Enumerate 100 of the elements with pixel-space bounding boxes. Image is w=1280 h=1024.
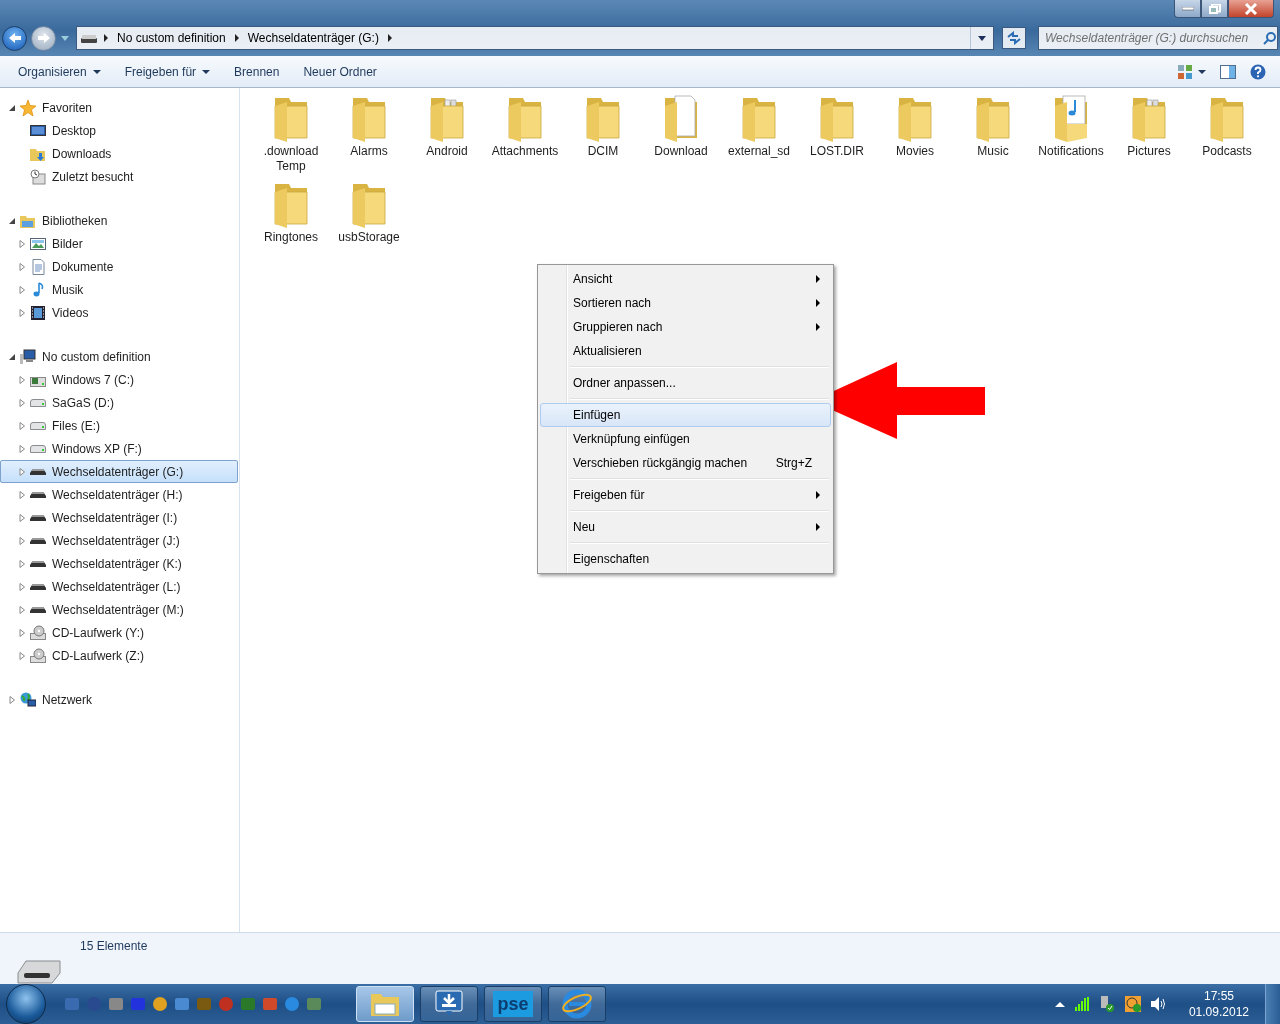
folder-item[interactable]: Android	[408, 92, 486, 174]
sidebar-item[interactable]: Zuletzt besucht	[0, 165, 238, 188]
forward-button[interactable]	[31, 25, 56, 51]
folder-item[interactable]: external_sd	[720, 92, 798, 174]
expand-arrow-icon	[19, 444, 26, 453]
show-hidden-icons-icon	[1054, 1001, 1065, 1007]
folder-item[interactable]: DCIM	[564, 92, 642, 174]
sidebar-item[interactable]: CD-Laufwerk (Y:)	[0, 621, 238, 644]
drive-icon	[81, 32, 97, 44]
hard-drive-icon	[30, 444, 46, 453]
sidebar-item[interactable]: Wechseldatenträger (L:)	[0, 575, 238, 598]
sidebar-item[interactable]: Wechseldatenträger (G:)	[0, 460, 238, 483]
sidebar-item[interactable]: Wechseldatenträger (M:)	[0, 598, 238, 621]
app-icon[interactable]	[306, 996, 322, 1012]
taskbar-button[interactable]: pse	[484, 986, 542, 1022]
folder-item[interactable]: usbStorage	[330, 178, 408, 245]
folder-item[interactable]: Download	[642, 92, 720, 174]
app-icon[interactable]	[174, 996, 190, 1012]
app-icon[interactable]	[284, 996, 300, 1012]
network-icon	[20, 691, 36, 708]
browser-icon	[561, 988, 593, 1020]
sidebar-item[interactable]: Bibliotheken	[0, 209, 238, 232]
folder-item[interactable]: Movies	[876, 92, 954, 174]
menu-item[interactable]: Ansicht	[540, 267, 831, 291]
folder-item[interactable]: Pictures	[1110, 92, 1188, 174]
taskbar-button[interactable]	[548, 986, 606, 1022]
chevron-icon	[386, 34, 393, 42]
toolbar-button[interactable]: Brennen	[222, 59, 292, 84]
menu-item[interactable]: Freigeben für	[540, 483, 831, 507]
sidebar-item[interactable]: Videos	[0, 301, 238, 324]
menu-item[interactable]: Aktualisieren	[540, 339, 831, 363]
expand-arrow-icon	[19, 490, 26, 499]
clock[interactable]: 17:55 01.09.2012	[1188, 988, 1249, 1020]
sidebar-item[interactable]: CD-Laufwerk (Z:)	[0, 644, 238, 667]
menu-item[interactable]: Sortieren nach	[540, 291, 831, 315]
removable-drive-icon	[30, 468, 46, 475]
folder-item[interactable]: .download Temp	[252, 92, 330, 174]
minimize-button[interactable]	[1174, 0, 1201, 18]
expand-arrow-icon	[19, 605, 26, 614]
close-button[interactable]	[1228, 0, 1274, 18]
history-dropdown-button[interactable]	[60, 35, 70, 41]
sidebar-item[interactable]: Wechseldatenträger (J:)	[0, 529, 238, 552]
sidebar-item[interactable]: SaGaS (D:)	[0, 391, 238, 414]
sidebar-item[interactable]: Wechseldatenträger (I:)	[0, 506, 238, 529]
sidebar-item[interactable]: Downloads	[0, 142, 238, 165]
sidebar-item[interactable]: Windows 7 (C:)	[0, 368, 238, 391]
caret-icon	[1198, 69, 1206, 74]
menu-item[interactable]: Neu	[540, 515, 831, 539]
cd-drive-icon	[30, 647, 46, 664]
sidebar-item[interactable]: Files (E:)	[0, 414, 238, 437]
folder-item[interactable]: Notifications	[1032, 92, 1110, 174]
folder-item[interactable]: Alarms	[330, 92, 408, 174]
preview-pane-icon	[1220, 64, 1236, 79]
app-icon[interactable]	[64, 996, 80, 1012]
sidebar-item[interactable]: Favoriten	[0, 96, 238, 119]
folder-item[interactable]: Podcasts	[1188, 92, 1266, 174]
toolbar-button[interactable]: Neuer Ordner	[291, 59, 389, 84]
folder-item[interactable]: LOST.DIR	[798, 92, 876, 174]
app-icon[interactable]	[262, 996, 278, 1012]
folder-item[interactable]: Ringtones	[252, 178, 330, 245]
maximize-button[interactable]	[1201, 0, 1228, 18]
menu-item[interactable]: Einfügen	[540, 403, 831, 427]
app-icon[interactable]	[240, 996, 256, 1012]
breadcrumb-segment[interactable]: No custom definition	[115, 31, 228, 45]
forward-arrow-icon	[36, 32, 51, 44]
folder-item[interactable]: Attachments	[486, 92, 564, 174]
taskbar-button[interactable]	[420, 986, 478, 1022]
menu-item[interactable]: Verschieben rückgängig machen Strg+Z	[540, 451, 831, 475]
menu-item[interactable]: Eigenschaften	[540, 547, 831, 571]
removable-drive-icon	[30, 606, 46, 613]
sidebar-item[interactable]: Desktop	[0, 119, 238, 142]
help-icon	[1250, 63, 1266, 80]
toolbar-button[interactable]: Organisieren	[6, 59, 113, 84]
sidebar-item[interactable]: Bilder	[0, 232, 238, 255]
expand-arrow-icon	[19, 513, 26, 522]
start-button[interactable]	[6, 984, 46, 1024]
app-icon[interactable]	[152, 996, 168, 1012]
sidebar-item[interactable]: Musik	[0, 278, 238, 301]
refresh-button[interactable]	[1002, 27, 1026, 49]
address-bar[interactable]: No custom definition Wechseldatenträger (G:)	[76, 26, 994, 50]
breadcrumb-segment[interactable]: Wechseldatenträger (G:)	[245, 31, 381, 45]
toolbar-button[interactable]: Freigeben für	[112, 59, 223, 84]
minimize-icon	[1181, 6, 1194, 11]
folder-item[interactable]: Music	[954, 92, 1032, 174]
removable-drive-icon	[30, 583, 46, 590]
sidebar-item[interactable]: No custom definition	[0, 345, 238, 368]
sidebar-item[interactable]: Dokumente	[0, 255, 238, 278]
removable-drive-icon	[30, 514, 46, 521]
search-field[interactable]: Wechseldatenträger (G:) durchsuchen	[1038, 26, 1278, 50]
sidebar-item[interactable]: Wechseldatenträger (H:)	[0, 483, 238, 506]
menu-item[interactable]: Ordner anpassen...	[540, 371, 831, 395]
show-desktop-button[interactable]	[1265, 984, 1280, 1024]
expand-arrow-icon	[19, 285, 26, 294]
sidebar-item[interactable]: Wechseldatenträger (K:)	[0, 552, 238, 575]
sidebar-item[interactable]: Netzwerk	[0, 688, 238, 711]
sidebar-item[interactable]: Windows XP (F:)	[0, 437, 238, 460]
back-button[interactable]	[2, 25, 27, 51]
app-icon[interactable]	[108, 996, 124, 1012]
menu-item[interactable]: Gruppieren nach	[540, 315, 831, 339]
menu-item[interactable]: Verknüpfung einfügen	[540, 427, 831, 451]
